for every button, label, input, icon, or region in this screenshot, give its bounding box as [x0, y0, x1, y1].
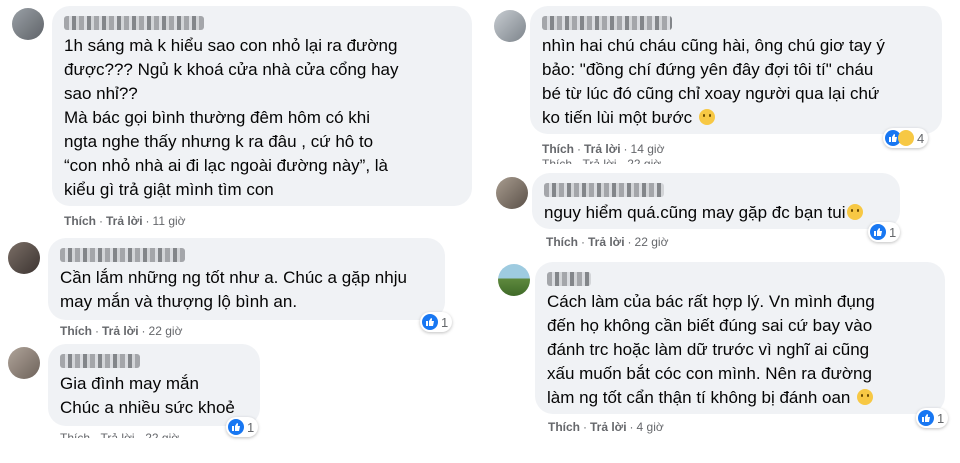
comment-time[interactable]: 11 giờ	[153, 214, 186, 228]
comment-bubble: nguy hiểm quá.cũng may gặp đc bạn tui	[532, 173, 900, 229]
comment-text: Cách làm của bác rất hợp lý. Vn mình đụn…	[547, 292, 875, 407]
like-link[interactable]: Thích	[548, 420, 580, 434]
comment-text: nhìn hai chú cháu cũng hài, ông chú giơ …	[542, 36, 885, 127]
comment-actions-clipped: Thích · Trả lời · 22 giờ	[60, 432, 179, 438]
comment-bubble: Gia đình may mắn Chúc a nhiều sức khoẻ	[48, 344, 260, 426]
comment-bubble: Cách làm của bác rất hợp lý. Vn mình đụn…	[535, 262, 945, 414]
like-link[interactable]: Thích	[546, 235, 578, 249]
reply-link[interactable]: Trả lời	[102, 324, 139, 338]
smile-emoji-icon	[847, 204, 864, 220]
comment-text: nguy hiểm quá.cũng may gặp đc bạn tui	[544, 201, 888, 225]
commenter-name[interactable]	[544, 183, 664, 197]
avatar[interactable]	[8, 242, 40, 274]
comment-actions-clipped: Thích · Trả lời · 22 giờ	[542, 158, 661, 164]
comment-text: 1h sáng mà k hiểu sao con nhỏ lại ra đườ…	[64, 36, 399, 199]
commenter-name[interactable]	[60, 354, 140, 368]
comment-text: Cần lắm những ng tốt như a. Chúc a gặp n…	[60, 268, 407, 311]
like-reaction-icon	[918, 410, 934, 426]
comment-time[interactable]: 14 giờ	[631, 142, 665, 156]
reaction-count[interactable]: 1	[868, 222, 901, 242]
comment-bubble: Cần lắm những ng tốt như a. Chúc a gặp n…	[48, 238, 445, 320]
avatar[interactable]	[12, 8, 44, 40]
like-reaction-icon	[422, 314, 438, 330]
comment-actions: Thích · Trả lời · 22 giờ	[60, 324, 183, 338]
like-reaction-icon	[228, 419, 244, 435]
avatar[interactable]	[498, 264, 530, 296]
comment-bubble: 1h sáng mà k hiểu sao con nhỏ lại ra đườ…	[52, 6, 472, 206]
comment-actions: Thích · Trả lời · 4 giờ	[548, 420, 664, 434]
commenter-name[interactable]	[64, 16, 204, 30]
laughing-emoji-icon	[698, 109, 715, 125]
commenter-name[interactable]	[547, 272, 591, 286]
comment-time[interactable]: 22 giờ	[635, 235, 669, 249]
comment-time[interactable]: 4 giờ	[637, 420, 664, 434]
reaction-count[interactable]: 4	[883, 128, 929, 148]
reaction-count[interactable]: 1	[226, 417, 259, 437]
comment-actions: Thích · Trả lời · 22 giờ	[546, 235, 669, 249]
reply-link[interactable]: Trả lời	[590, 420, 627, 434]
comment-bubble: nhìn hai chú cháu cũng hài, ông chú giơ …	[530, 6, 942, 134]
like-link[interactable]: Thích	[60, 324, 92, 338]
reply-link[interactable]: Trả lời	[588, 235, 625, 249]
commenter-name[interactable]	[542, 16, 672, 30]
reaction-count[interactable]: 1	[916, 408, 949, 428]
like-reaction-icon	[870, 224, 886, 240]
reaction-count[interactable]: 1	[420, 312, 453, 332]
haha-reaction-icon	[898, 130, 914, 146]
avatar[interactable]	[494, 10, 526, 42]
comment-actions: Thích · Trả lời · 14 giờ	[542, 142, 665, 156]
like-link[interactable]: Thích	[64, 214, 96, 228]
smile-emoji-icon	[857, 389, 874, 405]
like-link[interactable]: Thích	[542, 142, 574, 156]
comment-time[interactable]: 22 giờ	[149, 324, 183, 338]
avatar[interactable]	[496, 177, 528, 209]
commenter-name[interactable]	[60, 248, 185, 262]
comment-actions: Thích · Trả lời · 11 giờ	[64, 214, 186, 228]
avatar[interactable]	[8, 347, 40, 379]
reply-link[interactable]: Trả lời	[106, 214, 143, 228]
reply-link[interactable]: Trả lời	[584, 142, 621, 156]
comment-text: Gia đình may mắn Chúc a nhiều sức khoẻ	[60, 374, 235, 417]
